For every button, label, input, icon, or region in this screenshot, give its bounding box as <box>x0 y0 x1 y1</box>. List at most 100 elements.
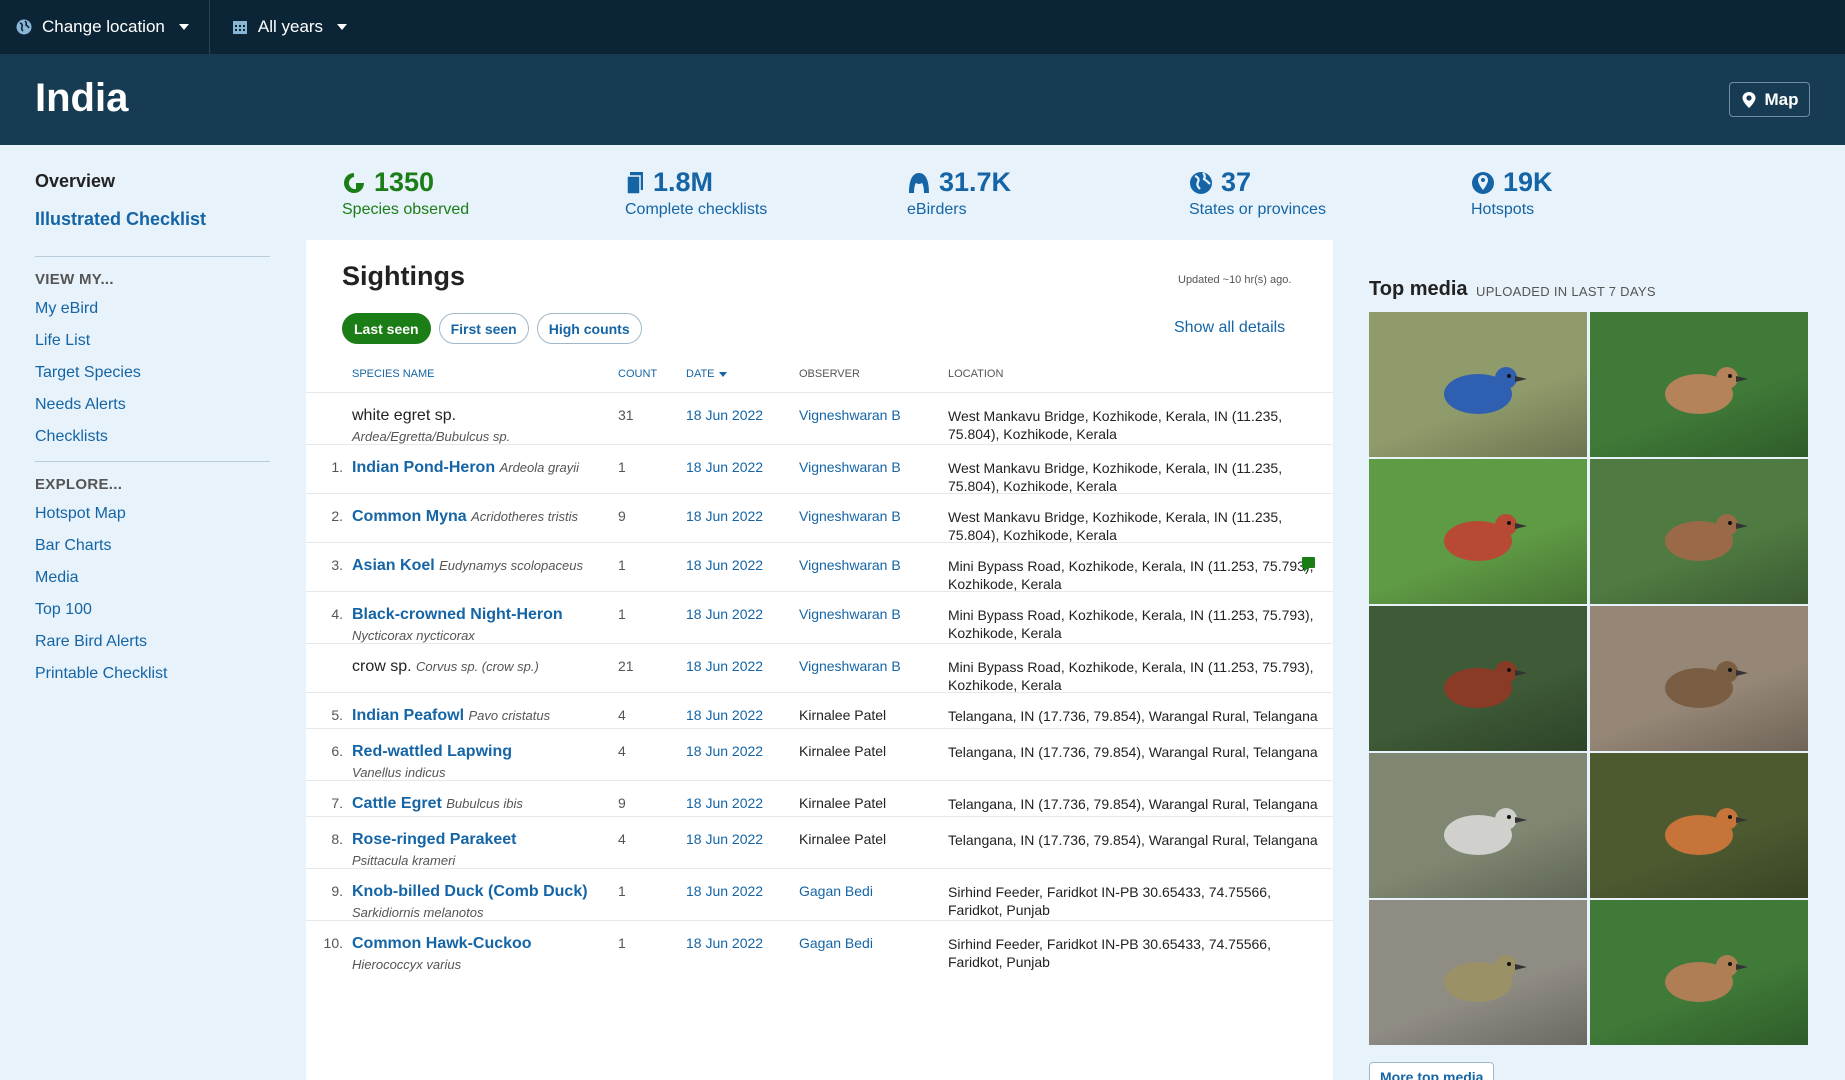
species-name[interactable]: Asian Koel <box>352 557 435 574</box>
observer-cell[interactable]: Vigneshwaran B <box>799 658 901 674</box>
sidebar-item-rare-bird-alerts[interactable]: Rare Bird Alerts <box>35 633 306 652</box>
species-name[interactable]: Indian Peafowl <box>352 707 464 724</box>
row-index: 9. <box>331 883 343 899</box>
observer-cell[interactable]: Vigneshwaran B <box>799 508 901 524</box>
region-header: India Map <box>0 54 1845 145</box>
tab-first-seen[interactable]: First seen <box>438 313 529 344</box>
sidebar-item-my-ebird[interactable]: My eBird <box>35 300 306 319</box>
species-cell: Common Hawk-Cuckoo Hierococcyx varius <box>352 933 607 975</box>
sightings-tabs: Last seen First seen High counts <box>342 313 642 344</box>
date-link[interactable]: 18 Jun 2022 <box>686 831 763 847</box>
date-link[interactable]: 18 Jun 2022 <box>686 935 763 951</box>
sidebar-item-overview[interactable]: Overview <box>35 171 306 192</box>
date-link[interactable]: 18 Jun 2022 <box>686 606 763 622</box>
date-link[interactable]: 18 Jun 2022 <box>686 795 763 811</box>
explore-links: Hotspot Map Bar Charts Media Top 100 Rar… <box>35 505 306 684</box>
observer-cell[interactable]: Vigneshwaran B <box>799 407 901 423</box>
whistling-ducks-photo[interactable] <box>1590 312 1808 457</box>
count-cell: 1 <box>618 935 626 951</box>
sidebar-item-media[interactable]: Media <box>35 569 306 588</box>
species-icon <box>344 172 364 193</box>
species-name[interactable]: Rose-ringed Parakeet <box>352 831 517 848</box>
sidebar-item-life-list[interactable]: Life List <box>35 332 306 351</box>
sidebar-item-top-100[interactable]: Top 100 <box>35 601 306 620</box>
warbler-photo[interactable] <box>1369 900 1587 1045</box>
column-header-date[interactable]: DATE <box>686 368 727 380</box>
scientific-name: Psittacula krameri <box>352 853 456 868</box>
stat-hotspots[interactable]: 19K Hotspots <box>1471 167 1553 219</box>
count-cell: 1 <box>618 606 626 622</box>
paradise-flycatcher-photo[interactable] <box>1590 753 1808 898</box>
column-header-species[interactable]: SPECIES NAME <box>352 368 435 380</box>
top-nav-bar: Change location All years <box>0 0 1845 54</box>
stat-species[interactable]: 1350 Species observed <box>342 167 469 219</box>
observer-cell[interactable]: Gagan Bedi <box>799 883 873 899</box>
ducks-water-photo[interactable] <box>1590 900 1808 1045</box>
observer-cell[interactable]: Gagan Bedi <box>799 935 873 951</box>
species-cell: Red-wattled Lapwing Vanellus indicus <box>352 741 607 783</box>
change-location-button[interactable]: Change location <box>0 0 209 54</box>
stat-states[interactable]: 37 States or provinces <box>1189 167 1326 219</box>
species-name[interactable]: Red-wattled Lapwing <box>352 743 512 760</box>
bird-photo-icon <box>1665 514 1748 561</box>
sidebar-item-target-species[interactable]: Target Species <box>35 364 306 383</box>
date-link[interactable]: 18 Jun 2022 <box>686 658 763 674</box>
species-cell: Knob-billed Duck (Comb Duck) Sarkidiornis… <box>352 881 607 923</box>
species-name[interactable]: Cattle Egret <box>352 795 442 812</box>
sidebar-item-needs-alerts[interactable]: Needs Alerts <box>35 396 306 415</box>
tab-last-seen[interactable]: Last seen <box>342 313 431 344</box>
more-top-media-button[interactable]: More top media <box>1369 1062 1495 1080</box>
date-link[interactable]: 18 Jun 2022 <box>686 407 763 423</box>
count-cell: 4 <box>618 707 626 723</box>
stat-ebirders[interactable]: 31.7K eBirders <box>907 167 1011 219</box>
flying-bird-photo[interactable] <box>1369 459 1587 604</box>
species-name[interactable]: Black-crowned Night-Heron <box>352 606 563 623</box>
date-link[interactable]: 18 Jun 2022 <box>686 557 763 573</box>
sidebar-item-illustrated-checklist[interactable]: Illustrated Checklist <box>35 209 306 230</box>
column-header-count[interactable]: COUNT <box>618 368 657 380</box>
species-cell: Indian Pond-Heron Ardeola grayii <box>352 457 607 478</box>
tab-high-counts[interactable]: High counts <box>536 313 642 344</box>
table-row: crow sp. Corvus sp. (crow sp.) 21 18 Jun 2… <box>306 643 1333 693</box>
scientific-name: Acridotheres tristis <box>471 509 579 524</box>
row-index: 4. <box>331 606 343 622</box>
person-icon <box>909 172 929 193</box>
date-link[interactable]: 18 Jun 2022 <box>686 883 763 899</box>
sidebar-item-printable-checklist[interactable]: Printable Checklist <box>35 665 306 684</box>
bird-photo-icon <box>1444 955 1527 1002</box>
bird-photo-icon <box>1665 808 1748 855</box>
location-cell: West Mankavu Bridge, Kozhikode, Kerala, … <box>948 460 1283 494</box>
crane-photo[interactable] <box>1369 753 1587 898</box>
row-index: 10. <box>323 935 343 951</box>
all-years-button[interactable]: All years <box>208 0 367 54</box>
date-link[interactable]: 18 Jun 2022 <box>686 459 763 475</box>
species-cell: Asian Koel Eudynamys scolopaceus <box>352 555 607 576</box>
observer-cell[interactable]: Vigneshwaran B <box>799 606 901 622</box>
row-index: 6. <box>331 743 343 759</box>
species-name[interactable]: Common Hawk-Cuckoo <box>352 935 532 952</box>
count-cell: 21 <box>618 658 634 674</box>
observer-cell[interactable]: Vigneshwaran B <box>799 459 901 475</box>
little-grebe-photo[interactable] <box>1369 606 1587 751</box>
map-button[interactable]: Map <box>1729 82 1810 117</box>
date-link[interactable]: 18 Jun 2022 <box>686 743 763 759</box>
species-name[interactable]: Common Myna <box>352 508 467 525</box>
grebe-flapping-photo[interactable] <box>1590 459 1808 604</box>
species-cell: Rose-ringed Parakeet Psittacula krameri <box>352 829 607 871</box>
count-cell: 4 <box>618 743 626 759</box>
date-link[interactable]: 18 Jun 2022 <box>686 707 763 723</box>
species-name[interactable]: Knob-billed Duck (Comb Duck) <box>352 883 588 900</box>
globe-icon <box>16 19 32 35</box>
blue-flycatcher-photo[interactable] <box>1369 312 1587 457</box>
brown-bird-photo[interactable] <box>1590 606 1808 751</box>
date-link[interactable]: 18 Jun 2022 <box>686 508 763 524</box>
sidebar-item-checklists[interactable]: Checklists <box>35 428 306 447</box>
sidebar-item-bar-charts[interactable]: Bar Charts <box>35 537 306 556</box>
stat-checklists[interactable]: 1.8M Complete checklists <box>625 167 767 219</box>
species-name[interactable]: Indian Pond-Heron <box>352 459 495 476</box>
comment-icon[interactable] <box>1302 557 1315 572</box>
sidebar-item-hotspot-map[interactable]: Hotspot Map <box>35 505 306 524</box>
show-all-details-link[interactable]: Show all details <box>1174 319 1285 337</box>
count-cell: 9 <box>618 508 626 524</box>
observer-cell[interactable]: Vigneshwaran B <box>799 557 901 573</box>
